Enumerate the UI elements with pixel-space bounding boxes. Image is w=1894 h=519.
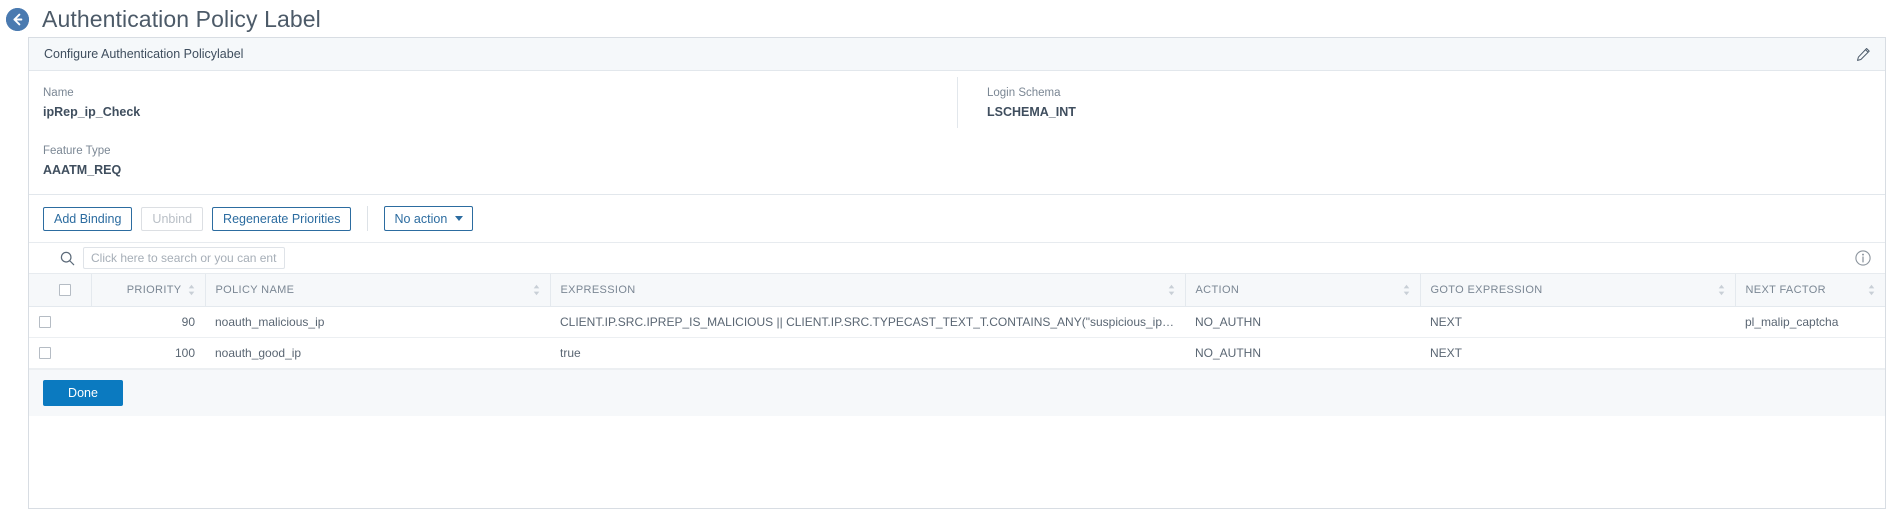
login-schema-value: LSCHEMA_INT: [987, 105, 1076, 119]
select-all-checkbox[interactable]: [59, 283, 71, 296]
name-value: ipRep_ip_Check: [43, 105, 141, 119]
row-select-cell: [29, 337, 91, 369]
feature-type-field: Feature Type AAATM_REQ: [29, 142, 957, 180]
column-label-goto-expression: GOTO EXPRESSION: [1430, 283, 1543, 296]
search-input[interactable]: [83, 247, 285, 269]
details-section: Name ipRep_ip_Check Login Schema LSCHEMA…: [29, 71, 1885, 195]
card-titlebar: Configure Authentication Policylabel: [29, 38, 1885, 71]
cell-action: NO_AUTHN: [1185, 306, 1420, 338]
bindings-table: PRIORITY POLICY NAME EXPRESSION ACTION G…: [29, 274, 1885, 369]
details-row-1: Name ipRep_ip_Check Login Schema LSCHEMA…: [29, 84, 1885, 122]
cell-next-factor: pl_malip_captcha: [1735, 306, 1885, 338]
info-circle-icon[interactable]: [1855, 250, 1871, 266]
bindings-toolbar: Add Binding Unbind Regenerate Priorities…: [29, 195, 1885, 242]
select-all-header: [29, 274, 92, 307]
back-button[interactable]: [6, 7, 29, 31]
row-checkbox[interactable]: [39, 316, 51, 329]
cell-goto-expression: NEXT: [1420, 306, 1735, 338]
table-header: PRIORITY POLICY NAME EXPRESSION ACTION G…: [29, 274, 1885, 307]
sort-icon: [1168, 284, 1175, 296]
sort-icon: [1868, 284, 1875, 296]
sort-icon: [1403, 284, 1410, 296]
arrow-left-circle-icon: [6, 7, 29, 31]
column-header-policy-name[interactable]: POLICY NAME: [205, 274, 551, 307]
login-schema-field: Login Schema LSCHEMA_INT: [957, 84, 1885, 122]
page-title: Authentication Policy Label: [42, 5, 321, 32]
configure-card: Configure Authentication Policylabel Nam…: [28, 37, 1886, 509]
regenerate-priorities-button[interactable]: Regenerate Priorities: [212, 206, 352, 231]
column-label-next-factor: NEXT FACTOR: [1745, 283, 1826, 296]
column-header-expression[interactable]: EXPRESSION: [550, 274, 1186, 307]
table-body: 90 noauth_malicious_ip CLIENT.IP.SRC.IPR…: [29, 306, 1885, 369]
add-binding-button[interactable]: Add Binding: [43, 206, 133, 231]
name-label: Name: [43, 87, 74, 99]
cell-action: NO_AUTHN: [1185, 337, 1420, 369]
feature-type-value: AAATM_REQ: [43, 163, 122, 177]
cell-expression: CLIENT.IP.SRC.IPREP_IS_MALICIOUS || CLIE…: [550, 306, 1185, 338]
table-row[interactable]: 90 noauth_malicious_ip CLIENT.IP.SRC.IPR…: [29, 306, 1885, 338]
column-header-goto-expression[interactable]: GOTO EXPRESSION: [1420, 274, 1736, 307]
unbind-button[interactable]: Unbind: [141, 206, 204, 231]
action-select-value: No action: [394, 211, 448, 226]
cell-policy-name: noauth_good_ip: [205, 337, 550, 369]
chevron-down-icon: [455, 216, 464, 221]
column-label-priority: PRIORITY: [126, 283, 182, 296]
action-select[interactable]: No action: [384, 206, 474, 231]
row-select-cell: [29, 306, 91, 338]
sort-icon: [188, 284, 195, 296]
column-header-priority[interactable]: PRIORITY: [91, 274, 206, 307]
feature-type-label: Feature Type: [43, 145, 111, 157]
page-header: Authentication Policy Label: [0, 0, 1894, 38]
column-label-policy-name: POLICY NAME: [215, 283, 295, 296]
details-row-2: Feature Type AAATM_REQ: [29, 142, 1885, 180]
page-root: Authentication Policy Label Configure Au…: [0, 0, 1894, 519]
cell-priority: 100: [91, 337, 205, 369]
cell-next-factor: [1735, 337, 1885, 369]
row-checkbox[interactable]: [39, 347, 51, 360]
name-field: Name ipRep_ip_Check: [29, 84, 957, 122]
cell-priority: 90: [91, 306, 205, 338]
card-title: Configure Authentication Policylabel: [44, 47, 244, 61]
search-bar: [29, 242, 1885, 274]
table-header-row: PRIORITY POLICY NAME EXPRESSION ACTION G…: [29, 274, 1885, 307]
cell-policy-name: noauth_malicious_ip: [205, 306, 550, 338]
details-row-2-spacer: [957, 142, 1885, 180]
login-schema-label: Login Schema: [987, 87, 1061, 99]
cell-expression: true: [550, 337, 1185, 369]
done-button[interactable]: Done: [43, 379, 123, 406]
table-row[interactable]: 100 noauth_good_ip true NO_AUTHN NEXT: [29, 337, 1885, 369]
column-label-action: ACTION: [1195, 283, 1240, 296]
search-icon[interactable]: [60, 251, 75, 266]
sort-icon: [533, 284, 540, 296]
column-header-next-factor[interactable]: NEXT FACTOR: [1735, 274, 1885, 307]
pencil-icon[interactable]: [1856, 47, 1871, 62]
column-header-action[interactable]: ACTION: [1185, 274, 1421, 307]
card-footer: Done: [29, 368, 1885, 416]
cell-goto-expression: NEXT: [1420, 337, 1735, 369]
sort-icon: [1718, 284, 1725, 296]
column-label-expression: EXPRESSION: [560, 283, 636, 296]
toolbar-divider: [367, 206, 369, 231]
